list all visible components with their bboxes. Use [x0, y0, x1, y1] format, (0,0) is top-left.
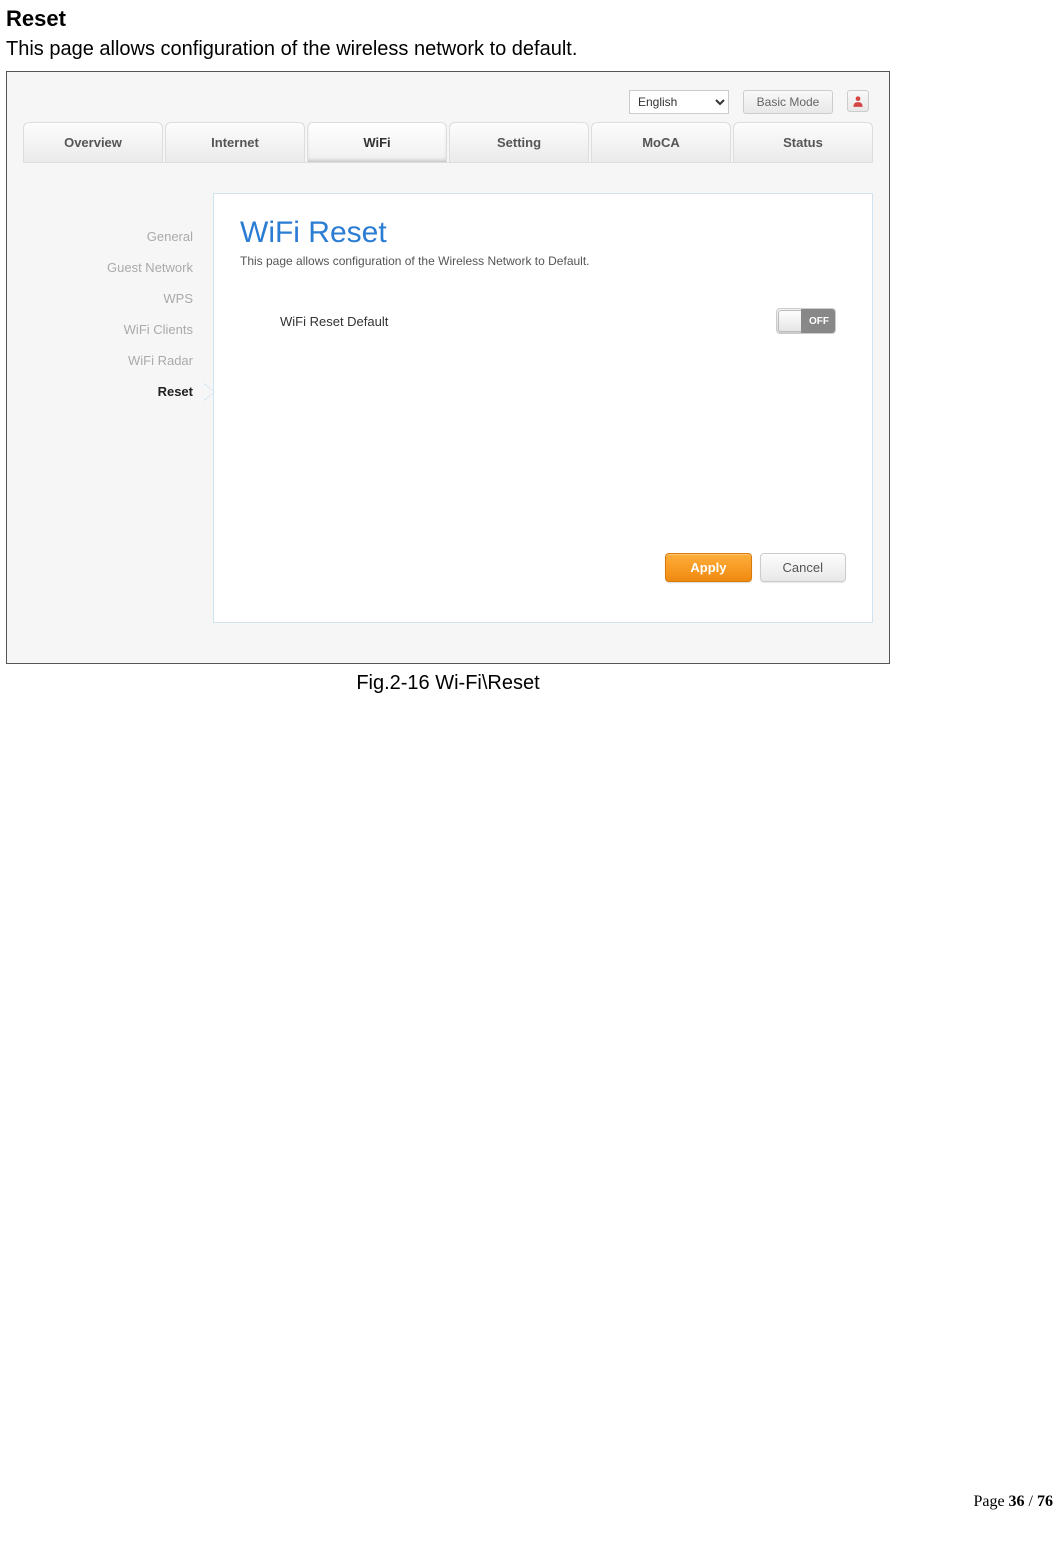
toggle-state-label: OFF — [809, 316, 829, 327]
toggle-off-background: OFF — [801, 309, 835, 333]
wifi-reset-label: WiFi Reset Default — [280, 314, 776, 329]
cancel-button[interactable]: Cancel — [760, 553, 846, 582]
apply-button[interactable]: Apply — [665, 553, 751, 582]
person-icon — [851, 94, 865, 108]
sidebar-item-wifi-radar[interactable]: WiFi Radar — [23, 345, 213, 376]
top-bar: English Basic Mode — [7, 72, 889, 122]
doc-heading: Reset — [0, 0, 1063, 34]
page-sep: / — [1025, 1493, 1037, 1510]
doc-subtitle: This page allows configuration of the wi… — [0, 34, 1063, 71]
page-footer: Page 36 / 76 — [973, 1493, 1053, 1511]
language-select[interactable]: English — [629, 90, 729, 114]
tab-overview[interactable]: Overview — [23, 122, 163, 162]
screenshot-frame: English Basic Mode OverviewInternetWiFiS… — [6, 71, 890, 664]
field-row: WiFi Reset Default OFF — [240, 304, 846, 334]
basic-mode-button[interactable]: Basic Mode — [743, 90, 833, 114]
panel-title: WiFi Reset — [240, 216, 846, 250]
sidebar-item-general[interactable]: General — [23, 221, 213, 252]
sidebar-item-wifi-clients[interactable]: WiFi Clients — [23, 314, 213, 345]
tab-wifi[interactable]: WiFi — [307, 122, 447, 162]
main-panel: WiFi Reset This page allows configuratio… — [213, 193, 873, 623]
button-row: Apply Cancel — [665, 553, 846, 582]
page-current: 36 — [1009, 1493, 1025, 1510]
sidebar: GeneralGuest NetworkWPSWiFi ClientsWiFi … — [23, 193, 213, 623]
figure-caption: Fig.2-16 Wi-Fi\Reset — [6, 664, 890, 703]
sidebar-item-reset[interactable]: Reset — [23, 376, 213, 407]
tab-status[interactable]: Status — [733, 122, 873, 162]
tab-internet[interactable]: Internet — [165, 122, 305, 162]
page-total: 76 — [1037, 1493, 1053, 1510]
wifi-reset-toggle[interactable]: OFF — [776, 308, 836, 334]
content-area: GeneralGuest NetworkWPSWiFi ClientsWiFi … — [7, 163, 889, 663]
nav-tabs: OverviewInternetWiFiSettingMoCAStatus — [23, 122, 873, 163]
page-label: Page — [973, 1493, 1008, 1510]
sidebar-item-guest-network[interactable]: Guest Network — [23, 252, 213, 283]
tab-setting[interactable]: Setting — [449, 122, 589, 162]
sidebar-item-wps[interactable]: WPS — [23, 283, 213, 314]
panel-description: This page allows configuration of the Wi… — [240, 254, 846, 268]
user-icon[interactable] — [847, 90, 869, 112]
tab-moca[interactable]: MoCA — [591, 122, 731, 162]
